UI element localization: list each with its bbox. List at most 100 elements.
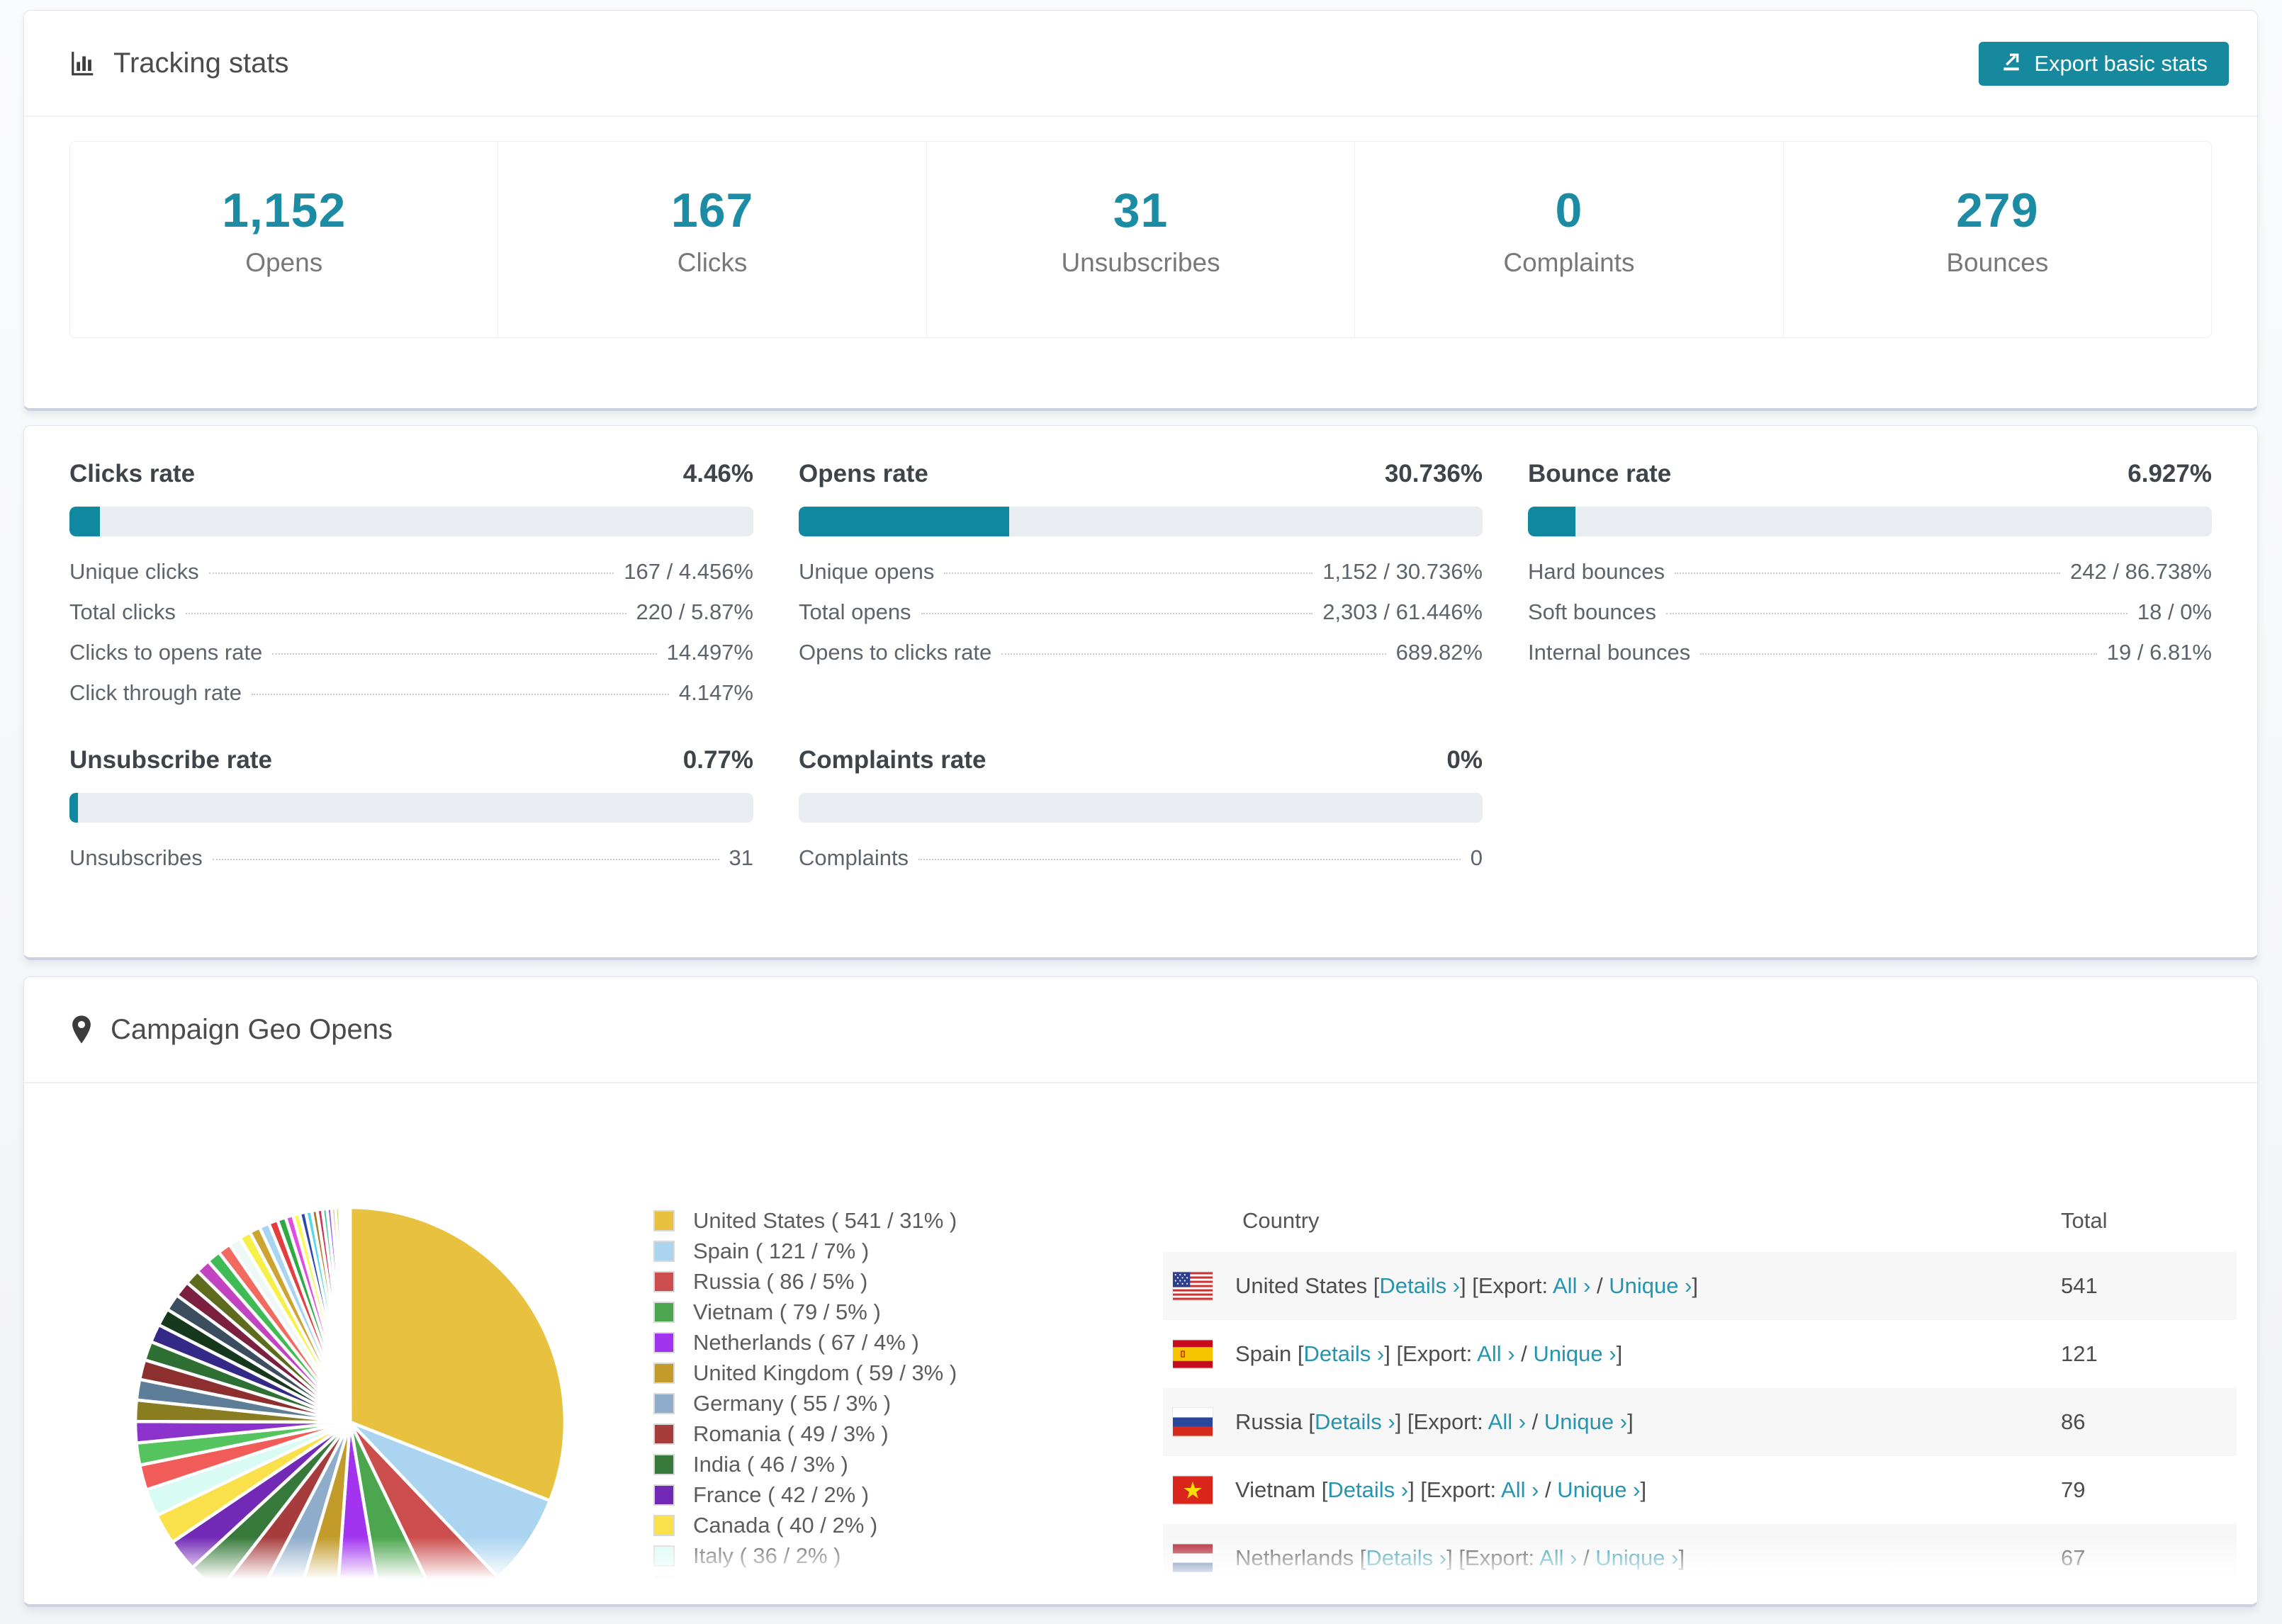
country-cell: United States [Details ›] [Export: All ›…	[1163, 1272, 2061, 1300]
export-all-link[interactable]: All ›	[1488, 1409, 1526, 1434]
legend-swatch	[653, 1331, 675, 1353]
rate-detail-label: Opens to clicks rate	[799, 640, 992, 665]
dotted-leader	[1001, 653, 1386, 655]
rate-detail-row: Total opens 2,303 / 61.446%	[799, 599, 1483, 640]
stat-box-bounces: 279 Bounces	[1784, 142, 2211, 337]
table-row-us: United States [Details ›] [Export: All ›…	[1163, 1252, 2237, 1320]
rate-card-bounce-rate: Bounce rate 6.927% Hard bounces 242 / 86.73…	[1528, 460, 2212, 721]
rate-detail-row: Unique clicks 167 / 4.456%	[69, 559, 753, 599]
rate-title: Unsubscribe rate	[69, 746, 272, 774]
rate-progress-bar	[1528, 507, 2212, 536]
legend-swatch	[653, 1240, 675, 1262]
stat-box-unsubscribes: 31 Unsubscribes	[927, 142, 1356, 337]
country-links: Netherlands [Details ›] [Export: All › /…	[1235, 1545, 1685, 1571]
rate-head: Opens rate 30.736%	[799, 460, 1483, 488]
export-unique-link[interactable]: Unique ›	[1544, 1409, 1627, 1434]
country-cell: Russia [Details ›] [Export: All › / Uniq…	[1163, 1408, 2061, 1436]
bracket: ]	[1627, 1409, 1634, 1434]
bracket: ] [Export:	[1384, 1341, 1478, 1366]
geo-opens-pie-chart	[133, 1205, 567, 1604]
stat-label: Unsubscribes	[1061, 248, 1220, 277]
table-row-vn: Vietnam [Details ›] [Export: All › / Uni…	[1163, 1456, 2237, 1524]
slash: /	[1514, 1341, 1534, 1366]
rate-detail-value: 0	[1470, 845, 1483, 870]
legend-swatch	[653, 1453, 675, 1475]
legend-swatch	[653, 1270, 675, 1292]
rate-progress-fill	[799, 507, 1009, 536]
legend-item-italy: Italy ( 36 / 2% )	[653, 1540, 957, 1571]
rate-head: Clicks rate 4.46%	[69, 460, 753, 488]
stat-value: 167	[670, 184, 754, 237]
page-title: Tracking stats	[113, 47, 289, 79]
geo-table: Country Total United States [Details ›] …	[1163, 1190, 2237, 1604]
country-cell: Spain [Details ›] [Export: All › / Uniqu…	[1163, 1340, 2061, 1368]
export-all-link[interactable]: All ›	[1501, 1477, 1539, 1502]
export-icon	[2000, 50, 2023, 78]
legend-label: Brazil ( 33 / 2% )	[693, 1573, 856, 1598]
country-name: United States [	[1235, 1273, 1380, 1298]
rate-detail-value: 18 / 0%	[2137, 599, 2212, 624]
legend-label: Spain ( 121 / 7% )	[693, 1238, 870, 1263]
rates-grid: Clicks rate 4.46% Unique clicks 167 / 4.456…	[24, 426, 2257, 886]
details-link[interactable]: Details ›	[1379, 1273, 1460, 1298]
total-cell: 86	[2061, 1409, 2086, 1434]
rate-detail-row: Opens to clicks rate 689.82%	[799, 640, 1483, 680]
export-unique-link[interactable]: Unique ›	[1595, 1545, 1678, 1570]
details-link[interactable]: Details ›	[1327, 1477, 1408, 1502]
rate-value: 6.927%	[2128, 460, 2212, 487]
rate-detail-rows: Unique opens 1,152 / 30.736% Total opens 2,…	[799, 559, 1483, 680]
rate-detail-value: 14.497%	[666, 640, 753, 665]
stat-label: Clicks	[677, 248, 748, 277]
dotted-leader	[944, 573, 1313, 574]
dotted-leader	[272, 653, 657, 655]
legend-item-romania: Romania ( 49 / 3% )	[653, 1419, 957, 1449]
country-name: Vietnam [	[1235, 1477, 1328, 1502]
legend-label: Netherlands ( 67 / 4% )	[693, 1329, 919, 1355]
rate-head: Complaints rate 0%	[799, 746, 1483, 774]
dotted-leader	[212, 859, 719, 860]
table-row-nl: Netherlands [Details ›] [Export: All › /…	[1163, 1524, 2237, 1592]
rate-title: Clicks rate	[69, 460, 196, 487]
rate-detail-rows: Unique clicks 167 / 4.456% Total clicks 220…	[69, 559, 753, 721]
export-unique-link[interactable]: Unique ›	[1609, 1273, 1692, 1298]
export-all-link[interactable]: All ›	[1539, 1545, 1577, 1570]
rate-detail-label: Unique clicks	[69, 559, 199, 584]
export-unique-link[interactable]: Unique ›	[1533, 1341, 1616, 1366]
rate-detail-label: Soft bounces	[1528, 599, 1656, 624]
details-link[interactable]: Details ›	[1304, 1341, 1385, 1366]
rate-detail-row: Soft bounces 18 / 0%	[1528, 599, 2212, 640]
export-all-link[interactable]: All ›	[1553, 1273, 1590, 1298]
details-link[interactable]: Details ›	[1315, 1409, 1395, 1434]
rate-head: Bounce rate 6.927%	[1528, 460, 2212, 488]
tracking-stats-header: Tracking stats Export basic stats	[24, 11, 2257, 117]
slash: /	[1577, 1545, 1596, 1570]
export-basic-stats-button[interactable]: Export basic stats	[1979, 42, 2229, 86]
legend-swatch	[653, 1484, 675, 1506]
rate-head: Unsubscribe rate 0.77%	[69, 746, 753, 774]
country-links: Russia [Details ›] [Export: All › / Uniq…	[1235, 1409, 1634, 1435]
legend-swatch	[653, 1392, 675, 1414]
export-all-link[interactable]: All ›	[1477, 1341, 1514, 1366]
legend-swatch	[653, 1209, 675, 1231]
legend-label: France ( 42 / 2% )	[693, 1482, 870, 1507]
bar-chart-icon	[69, 50, 96, 77]
campaign-geo-opens-card: Campaign Geo Opens United States ( 541 /…	[23, 976, 2258, 1607]
legend-item-vietnam: Vietnam ( 79 / 5% )	[653, 1297, 957, 1327]
legend-swatch	[653, 1514, 675, 1536]
map-pin-icon	[69, 1015, 94, 1044]
legend-swatch	[653, 1301, 675, 1323]
export-unique-link[interactable]: Unique ›	[1557, 1477, 1640, 1502]
details-link[interactable]: Details ›	[1366, 1545, 1446, 1570]
rate-detail-label: Internal bounces	[1528, 640, 1691, 665]
geo-table-header: Country Total	[1163, 1190, 2237, 1252]
legend-label: Germany ( 55 / 3% )	[693, 1390, 892, 1416]
legend-label: Italy ( 36 / 2% )	[693, 1543, 841, 1568]
pie-slice-other-49[interactable]	[347, 1205, 352, 1424]
rate-detail-row: Total clicks 220 / 5.87%	[69, 599, 753, 640]
rate-detail-value: 167 / 4.456%	[624, 559, 753, 584]
column-header-total: Total	[2061, 1208, 2108, 1233]
rate-detail-label: Unique opens	[799, 559, 935, 584]
rate-title: Complaints rate	[799, 746, 987, 774]
legend-swatch	[653, 1423, 675, 1445]
legend-item-france: France ( 42 / 2% )	[653, 1479, 957, 1510]
